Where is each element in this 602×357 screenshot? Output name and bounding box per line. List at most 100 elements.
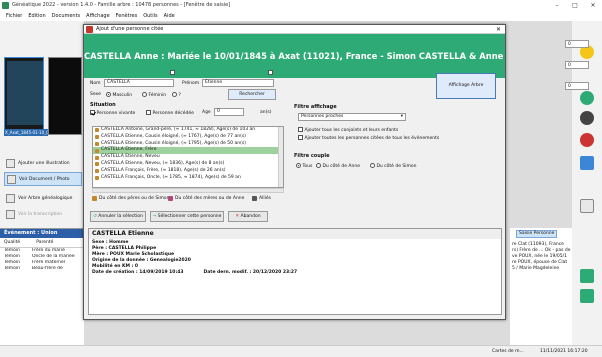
view-document-button[interactable]: Voir Document / Photo bbox=[4, 172, 82, 186]
refresh-icon[interactable] bbox=[580, 91, 594, 105]
map-status[interactable]: Cartes de m... bbox=[492, 349, 524, 354]
sexe-feminin[interactable]: Féminin bbox=[142, 92, 166, 99]
vivante-option[interactable]: Personne vivante bbox=[90, 110, 135, 117]
list-item[interactable]: CASTELLA François, Oncle, (≈ 1785, ≈ 187… bbox=[93, 175, 283, 182]
affichage-arbre-button[interactable]: Affichage Arbre bbox=[436, 73, 496, 99]
right-toolbar bbox=[572, 21, 602, 345]
add-illustration-button[interactable]: Ajouter une illustration bbox=[4, 156, 82, 170]
undo-icon[interactable] bbox=[580, 199, 594, 213]
spinner-1[interactable]: 0 bbox=[565, 40, 589, 48]
abandon-label: Abandon bbox=[240, 214, 261, 219]
opt-conjoints[interactable]: Ajouter tous les conjoints et leurs enfa… bbox=[298, 127, 398, 134]
annuler-selection-button[interactable]: ↺ Annuler la sélection bbox=[90, 211, 146, 222]
decedee-checkbox[interactable] bbox=[146, 110, 151, 115]
list-item[interactable]: CASTELLA Antoine, Grand-père, (≈ 1741, ≈… bbox=[93, 127, 283, 134]
list-item-label: CASTELLA Antoine, Grand-père, (≈ 1741, ≈… bbox=[101, 127, 256, 132]
menu-fichier[interactable]: Fichier bbox=[6, 11, 22, 21]
list-item-label: CASTELLA Etienne, Neveu bbox=[101, 154, 160, 160]
sexe-unknown[interactable]: ? bbox=[172, 92, 181, 99]
col-qualite[interactable]: Qualité bbox=[4, 240, 20, 245]
masculin-label: Masculin bbox=[112, 93, 133, 98]
document-thumbnail[interactable] bbox=[4, 57, 44, 135]
status-bar: Cartes de m... 11/11/2021 16:17:20 bbox=[0, 345, 602, 357]
document-thumbnail-2[interactable] bbox=[48, 57, 82, 135]
sexe-masculin[interactable]: Masculin bbox=[106, 92, 132, 99]
row-qualite: Témoin bbox=[4, 266, 20, 271]
list-hscrollbar[interactable] bbox=[92, 188, 284, 193]
view-transcription-button[interactable]: Voir la transcription bbox=[4, 207, 82, 221]
feminin-radio[interactable] bbox=[142, 92, 147, 97]
detail-info: Sexe : Homme Père : CASTELLA Philippe Mè… bbox=[89, 239, 501, 277]
select-person-button[interactable]: → Sélectionner cette personne bbox=[150, 211, 224, 222]
couple-anne[interactable]: Du côté de Anne bbox=[316, 163, 360, 170]
decedee-option[interactable]: Personne décédée bbox=[146, 110, 194, 117]
personnes-checkbox[interactable] bbox=[298, 135, 303, 140]
tab-saisie-personne[interactable]: Saisie Personne bbox=[516, 230, 558, 238]
menu-affichage[interactable]: Affichage bbox=[86, 11, 110, 21]
detail-dates: Date de création : 14/09/2019 10:43 Date… bbox=[92, 270, 498, 276]
menu-outils[interactable]: Outils bbox=[143, 11, 157, 21]
opt-personnes[interactable]: Ajouter toutes les personnes citées de t… bbox=[298, 135, 439, 142]
abandon-button[interactable]: ✕ Abandon bbox=[228, 211, 268, 222]
filtre-affichage-select[interactable]: Personnes proches ▾ bbox=[298, 113, 406, 121]
person-icon bbox=[95, 148, 99, 153]
menu-fenetres[interactable]: Fenêtres bbox=[116, 11, 138, 21]
minimize-icon[interactable]: – bbox=[548, 0, 566, 11]
hd-icon[interactable] bbox=[580, 133, 594, 147]
age-input[interactable]: 0 bbox=[214, 108, 244, 116]
spinner-3[interactable]: 0 bbox=[565, 82, 589, 90]
col-parente[interactable]: Parenté bbox=[36, 240, 53, 245]
couple-tous[interactable]: Tous bbox=[296, 163, 312, 170]
nom-checkbox[interactable] bbox=[170, 70, 175, 75]
menu-edition[interactable]: Edition bbox=[28, 11, 45, 21]
list-item[interactable]: CASTELLA Etienne, Neveu, (≈ 1836), Age(s… bbox=[93, 161, 283, 168]
add-illustration-label: Ajouter une illustration bbox=[18, 160, 70, 166]
palette-icon[interactable] bbox=[580, 156, 594, 170]
window-title: Généatique 2022 - version 1.4.0 - Famill… bbox=[12, 2, 231, 8]
prenom-input[interactable]: Etienne bbox=[202, 79, 274, 87]
list-vscrollbar[interactable] bbox=[278, 127, 283, 187]
arrow-up-icon[interactable] bbox=[580, 269, 594, 283]
anne-radio[interactable] bbox=[316, 163, 321, 168]
maximize-icon[interactable]: □ bbox=[566, 0, 584, 11]
dialog-icon bbox=[86, 26, 93, 33]
tous-label: Tous bbox=[302, 164, 313, 169]
list-item[interactable]: CASTELLA Etienne, Cousin éloigné, (≈ 176… bbox=[93, 134, 283, 141]
vivante-checkbox[interactable] bbox=[90, 110, 95, 115]
list-item[interactable]: CASTELLA Etienne, Neveu bbox=[93, 154, 283, 161]
nom-input[interactable]: CASTELLA bbox=[104, 79, 174, 87]
view-document-label: Voir Document / Photo bbox=[19, 176, 70, 182]
menu-aide[interactable]: Aide bbox=[164, 11, 175, 21]
circle-icon[interactable] bbox=[580, 111, 594, 125]
event-panel: Événement : Union Qualité Parenté Témoin… bbox=[0, 228, 84, 345]
annuler-label: Annuler la sélection bbox=[98, 214, 143, 219]
app-icon bbox=[2, 2, 9, 9]
unknown-radio[interactable] bbox=[172, 92, 177, 97]
rechercher-button[interactable]: Rechercher bbox=[228, 89, 276, 100]
list-item[interactable]: CASTELLA François, Frère, (≈ 1818), Age(… bbox=[93, 168, 283, 175]
conjoints-checkbox[interactable] bbox=[298, 127, 303, 132]
legend-allies: Alliés bbox=[252, 196, 271, 201]
filtre-couple-label: Filtre couple bbox=[294, 153, 330, 159]
illustration-icon bbox=[6, 158, 15, 168]
simon-radio[interactable] bbox=[370, 163, 375, 168]
person-icon bbox=[92, 196, 97, 201]
view-tree-button[interactable]: Voir Arbre généalogique bbox=[4, 191, 82, 205]
thumbnail-caption: X_Axat_1845-01-10_CA bbox=[4, 129, 48, 136]
age-unit: an(s) bbox=[260, 110, 272, 115]
close-icon[interactable]: ✕ bbox=[584, 0, 602, 11]
person-icon bbox=[95, 175, 99, 180]
masculin-radio[interactable] bbox=[106, 92, 111, 97]
menu-documents[interactable]: Documents bbox=[52, 11, 81, 21]
spinner-2[interactable]: 0 bbox=[565, 61, 589, 69]
person-list[interactable]: CASTELLA Antoine, Grand-père, (≈ 1741, ≈… bbox=[92, 126, 284, 188]
event-row[interactable]: Témoin Beau-frère de bbox=[0, 266, 84, 272]
dialog-close-icon[interactable]: ✕ bbox=[496, 25, 501, 34]
couple-simon[interactable]: Du côté de Simon bbox=[370, 163, 417, 170]
prenom-checkbox[interactable] bbox=[268, 70, 273, 75]
detail-modif: Date dern. modif. : 20/12/2020 23:27 bbox=[203, 270, 298, 275]
filtre-affichage-label: Filtre affichage bbox=[294, 104, 337, 110]
arrow-down-icon[interactable] bbox=[580, 289, 594, 303]
tous-radio[interactable] bbox=[296, 163, 301, 168]
person-detail-panel: CASTELLA Etienne Sexe : Homme Père : CAS… bbox=[88, 228, 502, 315]
